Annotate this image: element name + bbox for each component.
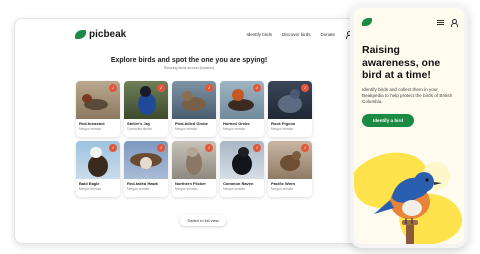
- bird-name: Steller's Jay: [127, 121, 151, 126]
- bird-card[interactable]: ♪ Horned Grebe Mergus serrator: [220, 81, 264, 137]
- menu-icon[interactable]: [437, 19, 444, 25]
- bird-name: Pied-billed Grebe: [175, 121, 208, 126]
- bird-name: Common Raven: [223, 181, 254, 186]
- page-title: Explore birds and spot the one you are s…: [110, 57, 268, 64]
- bird-name: Red-tailed Hawk: [127, 181, 158, 186]
- identify-bird-button[interactable]: Identify a bird: [362, 113, 414, 127]
- bird-caption: Mergus serrator: [271, 187, 294, 191]
- bird-card[interactable]: ♪ Northern Flicker Mergus serrator: [172, 141, 216, 197]
- bird-caption: Mergus serrator: [79, 127, 102, 131]
- phone-screen: Raising awareness, one bird at a time! I…: [350, 4, 468, 248]
- bird-name: Horned Grebe: [223, 121, 250, 126]
- sound-icon[interactable]: ♪: [253, 84, 261, 92]
- bird-caption: Mergus serrator: [79, 187, 102, 191]
- sound-icon[interactable]: ♪: [109, 84, 117, 92]
- phone-nav: [354, 8, 464, 36]
- sound-icon[interactable]: ♪: [301, 84, 309, 92]
- page-subtitle: Showing birds around {location}: [163, 66, 215, 70]
- bird-caption: Mergus serrator: [127, 187, 150, 191]
- bird-caption: Mergus serrator: [175, 187, 198, 191]
- nav-donate[interactable]: Donate: [320, 32, 335, 37]
- bird-card[interactable]: ♪ Common Raven Mergus serrator: [220, 141, 264, 197]
- bird-caption: Mergus serrator: [175, 127, 198, 131]
- bird-grid: ♪ Red-breasted Mergus serrator ♪ Steller…: [76, 81, 312, 197]
- bird-card[interactable]: ♪ Pied-billed Grebe Mergus serrator: [172, 81, 216, 137]
- sound-icon[interactable]: ♪: [253, 144, 261, 152]
- bird-photo: ♪: [76, 141, 120, 179]
- leaf-icon[interactable]: [362, 18, 372, 26]
- bird-name: Pacific Wren: [271, 181, 295, 186]
- sound-icon[interactable]: ♪: [109, 144, 117, 152]
- bird-caption: Mergus serrator: [223, 127, 246, 131]
- user-icon[interactable]: [450, 18, 458, 27]
- bird-photo: ♪: [220, 81, 264, 119]
- bird-photo: ♪: [172, 141, 216, 179]
- desktop-window: picbeak Identify birds Discover birds Do…: [14, 18, 364, 244]
- phone-headline: Raising awareness, one bird at a time!: [362, 44, 441, 81]
- sound-icon[interactable]: ♪: [301, 144, 309, 152]
- bird-card[interactable]: ♪ Pacific Wren Mergus serrator: [268, 141, 312, 197]
- bird-photo: ♪: [268, 81, 312, 119]
- top-nav: picbeak Identify birds Discover birds Do…: [15, 19, 363, 49]
- bird-name: Red-breasted: [79, 121, 105, 126]
- sound-icon[interactable]: ♪: [157, 144, 165, 152]
- bird-caption: Mergus serrator: [271, 127, 294, 131]
- bird-card[interactable]: ♪ Bald Eagle Mergus serrator: [76, 141, 120, 197]
- nav-identify-birds[interactable]: Identify birds: [246, 32, 272, 37]
- bird-name: Rock Pigeon: [271, 121, 296, 126]
- brand-name: picbeak: [89, 28, 127, 40]
- bird-caption: Cyanocitta stelleri: [127, 127, 153, 131]
- bird-card[interactable]: ♪ Red-tailed Hawk Mergus serrator: [124, 141, 168, 197]
- bird-card[interactable]: ♪ Steller's Jay Cyanocitta stelleri: [124, 81, 168, 137]
- bird-photo: ♪: [172, 81, 216, 119]
- bird-card[interactable]: ♪ Red-breasted Mergus serrator: [76, 81, 120, 137]
- bird-caption: Mergus serrator: [223, 187, 246, 191]
- sound-icon[interactable]: ♪: [205, 144, 213, 152]
- bird-photo: ♪: [268, 141, 312, 179]
- nav-discover-birds[interactable]: Discover birds: [282, 32, 311, 37]
- hero: Explore birds and spot the one you are s…: [15, 57, 363, 70]
- bird-photo: ♪: [220, 141, 264, 179]
- bird-name: Bald Eagle: [79, 181, 100, 186]
- bird-photo: ♪: [124, 141, 168, 179]
- nav-links: Identify birds Discover birds Donate: [246, 30, 353, 39]
- logo[interactable]: picbeak: [75, 29, 126, 40]
- phone-body-text: Identify birds and collect them in your …: [362, 86, 453, 104]
- sound-icon[interactable]: ♪: [205, 84, 213, 92]
- sound-icon[interactable]: ♪: [157, 84, 165, 92]
- bird-card[interactable]: ♪ Rock Pigeon Mergus serrator: [268, 81, 312, 137]
- leaf-icon: [75, 29, 86, 39]
- bird-photo: ♪: [76, 81, 120, 119]
- bird-name: Northern Flicker: [175, 181, 206, 186]
- bird-photo: ♪: [124, 81, 168, 119]
- bluebird-illustration: [354, 152, 463, 244]
- switch-to-list-button[interactable]: Switch to list view: [180, 215, 226, 226]
